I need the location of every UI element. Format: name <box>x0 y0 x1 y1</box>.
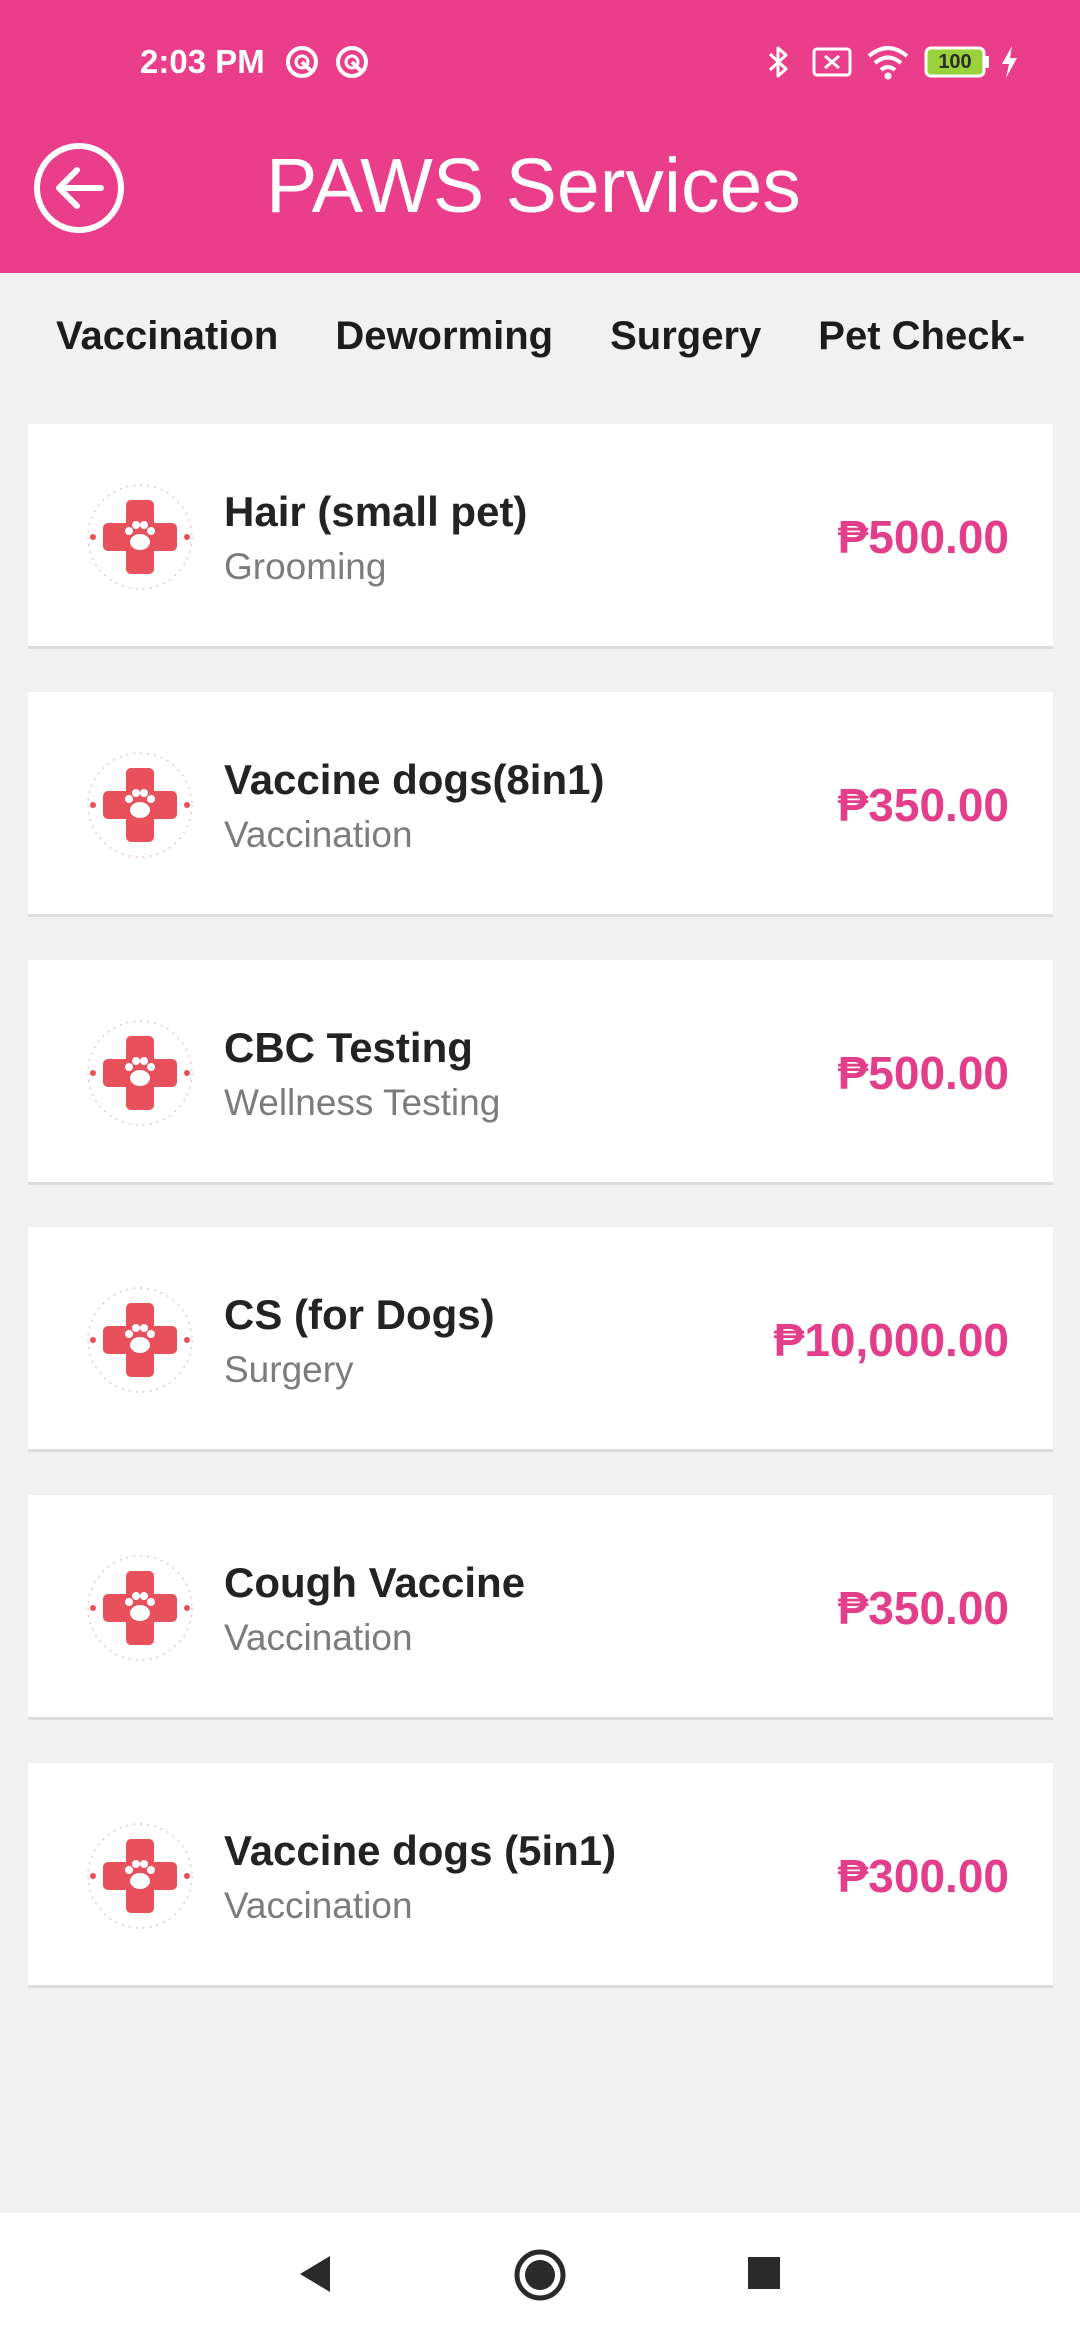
app-header: 2:03 PM 100 PAWS Services <box>0 0 1080 273</box>
back-arrow-icon <box>34 143 124 233</box>
service-price: ₱350.00 <box>837 779 1009 831</box>
vet-cross-paw-icon <box>87 1020 193 1126</box>
service-name: CS (for Dogs) <box>224 1291 495 1338</box>
service-price: ₱350.00 <box>837 1582 1009 1634</box>
service-name: Vaccine dogs (5in1) <box>224 1827 617 1874</box>
vet-cross-paw-icon <box>87 1287 193 1393</box>
service-card[interactable]: Hair (small pet) Grooming ₱500.00 <box>28 424 1053 649</box>
recents-square-icon[interactable] <box>745 2254 783 2292</box>
status-time: 2:03 PM <box>140 43 265 80</box>
service-card[interactable]: CS (for Dogs) Surgery ₱10,000.00 <box>28 1227 1053 1452</box>
service-card[interactable]: Vaccine dogs(8in1) Vaccination ₱350.00 <box>28 692 1053 917</box>
tab-deworming[interactable]: Deworming <box>335 273 553 400</box>
sync-icon <box>286 46 318 78</box>
service-category: Wellness Testing <box>224 1082 501 1123</box>
tab-vaccination[interactable]: Vaccination <box>56 273 278 400</box>
service-category: Vaccination <box>224 1885 413 1926</box>
home-circle-icon[interactable] <box>513 2248 567 2302</box>
service-category: Vaccination <box>224 1617 413 1658</box>
back-triangle-icon[interactable] <box>296 2253 334 2295</box>
service-card[interactable]: CBC Testing Wellness Testing ₱500.00 <box>28 960 1053 1185</box>
tab-strip[interactable]: Vaccination Deworming Surgery Pet Check-U <box>56 273 1026 400</box>
battery-level: 100 <box>938 51 972 73</box>
page-title: PAWS Services <box>266 143 801 229</box>
sim-off-icon <box>812 47 852 77</box>
service-category: Vaccination <box>224 814 413 855</box>
service-name: Vaccine dogs(8in1) <box>224 756 605 803</box>
service-card[interactable]: Vaccine dogs (5in1) Vaccination ₱300.00 <box>28 1763 1053 1988</box>
vet-cross-paw-icon <box>87 1555 193 1661</box>
service-name: CBC Testing <box>224 1024 473 1071</box>
service-category: Grooming <box>224 546 387 587</box>
vet-cross-paw-icon <box>87 1823 193 1929</box>
sync-icon <box>336 46 368 78</box>
system-nav-bar <box>0 2213 1080 2340</box>
status-bar: 2:03 PM 100 <box>0 0 1080 124</box>
tab-surgery[interactable]: Surgery <box>610 273 761 400</box>
service-name: Cough Vaccine <box>224 1559 526 1606</box>
vet-cross-paw-icon <box>87 752 193 858</box>
service-card[interactable]: Cough Vaccine Vaccination ₱350.00 <box>28 1495 1053 1720</box>
service-price: ₱500.00 <box>837 1047 1009 1099</box>
category-tab-bar: Vaccination Deworming Surgery Pet Check-U <box>0 273 1080 400</box>
battery-icon: 100 <box>924 46 990 78</box>
back-button[interactable] <box>33 142 125 234</box>
tab-pet-check-up[interactable]: Pet Check-U <box>818 273 1026 400</box>
service-category: Surgery <box>224 1349 354 1390</box>
bluetooth-icon <box>768 46 788 78</box>
service-price: ₱300.00 <box>837 1850 1009 1902</box>
service-price: ₱500.00 <box>837 511 1009 563</box>
charging-icon <box>1002 46 1017 78</box>
service-name: Hair (small pet) <box>224 488 528 535</box>
vet-cross-paw-icon <box>87 484 193 590</box>
wifi-icon <box>867 46 909 80</box>
service-price: ₱10,000.00 <box>773 1314 1009 1366</box>
